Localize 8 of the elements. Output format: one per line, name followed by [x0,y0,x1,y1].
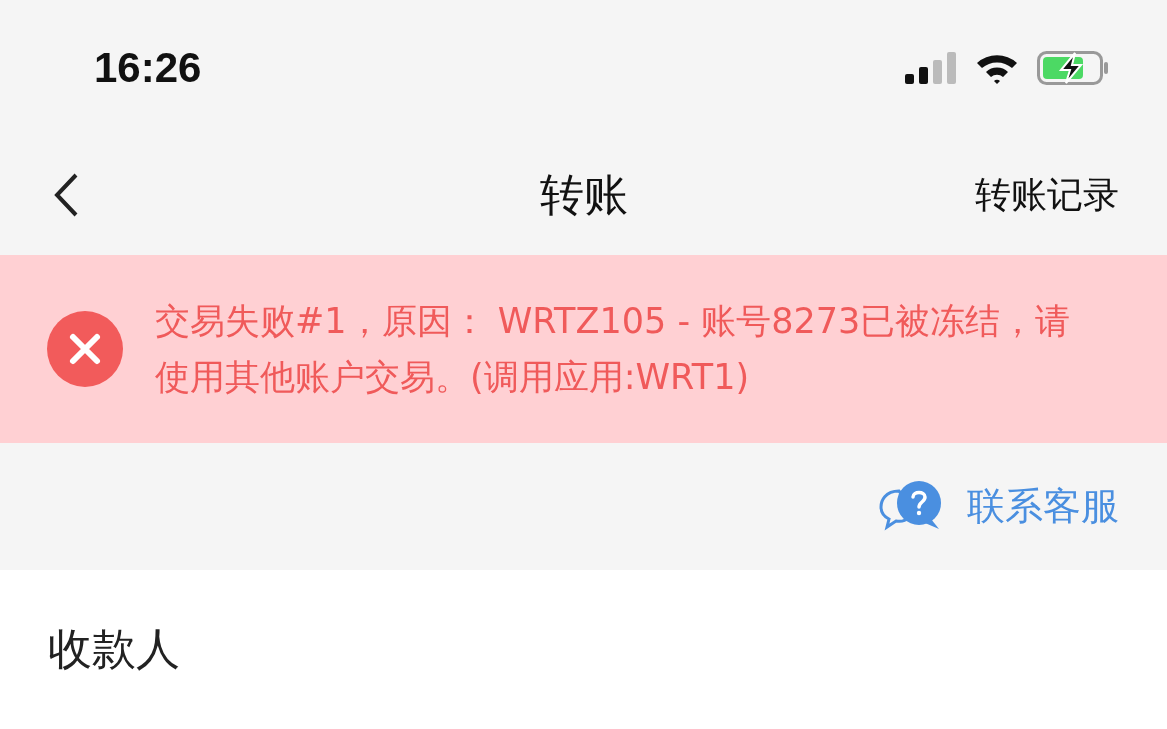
battery-icon [1037,50,1109,85]
error-message: 交易失败#1，原因： WRTZ105 - 账号8273已被冻结，请使用其他账户交易。(调用应用:WRT1) [155,299,1072,399]
status-time: 16:26 [94,43,202,92]
transfer-history-link[interactable]: 转账记录 [975,170,1119,220]
section-title: 收款人 [48,623,180,674]
page-title: 转账 [539,167,628,222]
signal-icon [905,51,957,84]
error-icon [47,310,123,387]
